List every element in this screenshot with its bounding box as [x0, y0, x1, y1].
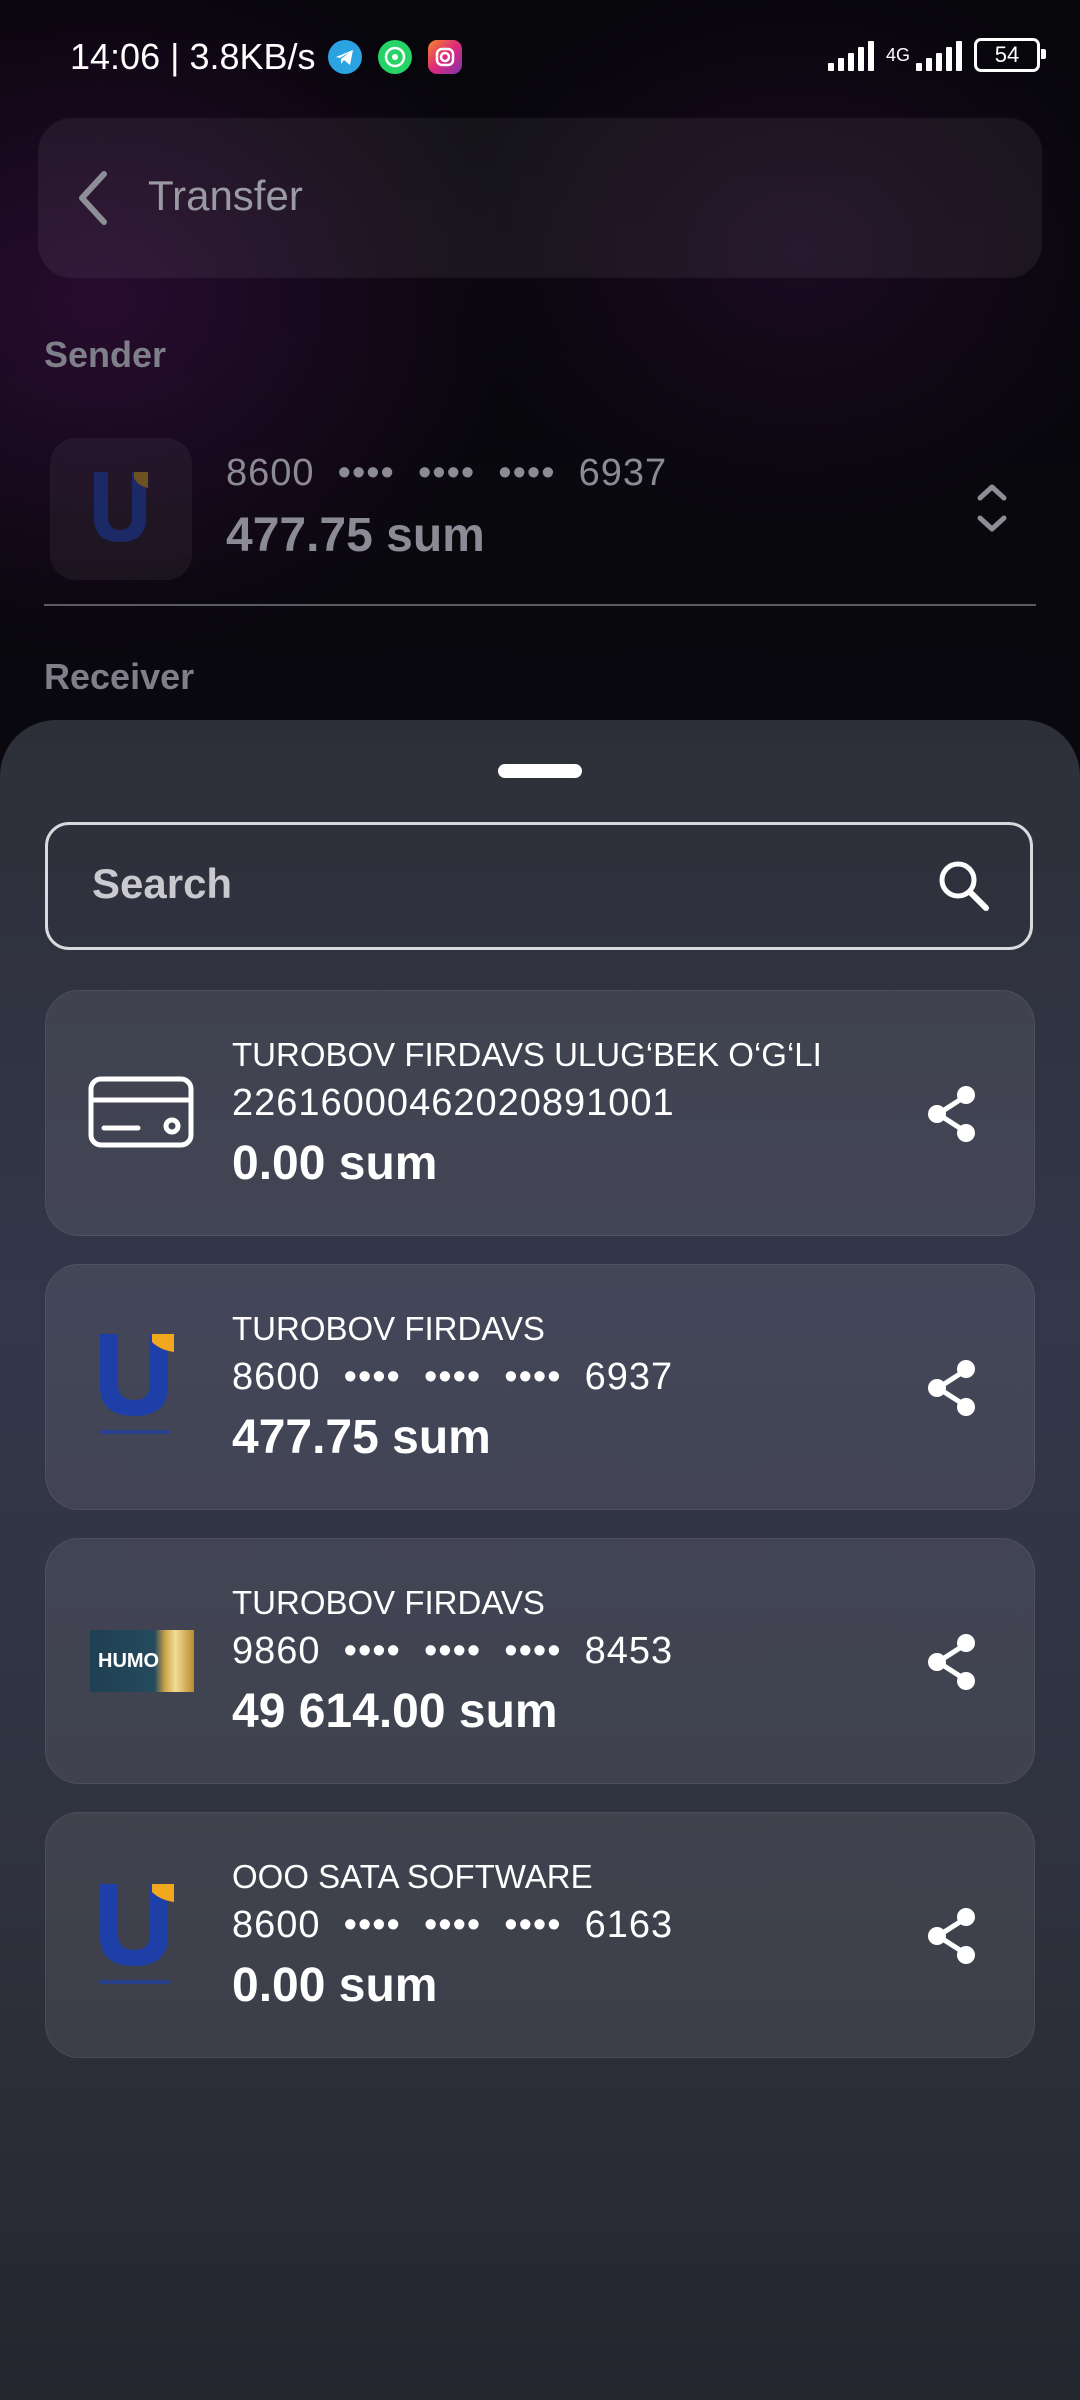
share-icon[interactable]: [924, 1084, 980, 1144]
card-holder-name: OOO SATA SOFTWARE: [232, 1858, 593, 1895]
battery-icon: 54: [974, 38, 1046, 72]
network-type: 4G: [885, 45, 910, 65]
sender-card-logo: [50, 438, 192, 580]
humo-logo-text: HUMO: [98, 1649, 160, 1672]
card-holder-name: TUROBOV FIRDAVS: [232, 1310, 545, 1347]
status-bar: 14:06 | 3.8KB/s 4G 54: [0, 0, 1080, 118]
uzcard-logo: [100, 1884, 174, 1984]
share-icon[interactable]: [924, 1632, 980, 1692]
status-time: 14:06 | 3.8KB/s: [70, 36, 316, 77]
card-balance: 0.00 sum: [232, 1137, 438, 1190]
divider: [44, 604, 1036, 606]
sender-label: Sender: [44, 334, 167, 375]
telegram-icon: [328, 40, 362, 74]
card-icon: [88, 1076, 194, 1148]
sender-card-number: 8600 •••• •••• •••• 6937: [226, 452, 668, 494]
card-number: 8600 •••• •••• •••• 6937: [232, 1356, 674, 1398]
search-icon[interactable]: [934, 856, 992, 914]
battery-level: 54: [994, 42, 1020, 67]
card-number: 8600 •••• •••• •••• 6163: [232, 1904, 674, 1946]
uzcard-logo: [100, 1334, 174, 1434]
card-balance: 0.00 sum: [232, 1959, 438, 2012]
card-number: 22616000462020891001: [232, 1082, 675, 1124]
page-title: Transfer: [148, 172, 303, 219]
card-balance: 49 614.00 sum: [232, 1685, 558, 1738]
instagram-icon: [428, 40, 462, 74]
share-icon[interactable]: [924, 1358, 980, 1418]
card-holder-name: TUROBOV FIRDAVS ULUG‘BEK O‘G‘LI: [232, 1036, 822, 1073]
share-icon[interactable]: [924, 1906, 980, 1966]
back-arrow-icon[interactable]: [72, 168, 112, 228]
receiver-label: Receiver: [44, 656, 195, 697]
card-holder-name: TUROBOV FIRDAVS: [232, 1584, 545, 1621]
search-placeholder: Search: [92, 860, 233, 907]
sender-balance: 477.75 sum: [226, 509, 485, 562]
card-number: 9860 •••• •••• •••• 8453: [232, 1630, 674, 1672]
uzcard-logo: [94, 472, 148, 542]
card-balance: 477.75 sum: [232, 1411, 491, 1464]
humo-logo: HUMO: [90, 1630, 194, 1692]
expand-collapse-icon[interactable]: [970, 478, 1014, 538]
whatsapp-icon: [378, 40, 412, 74]
sheet-drag-handle[interactable]: [498, 764, 582, 778]
cellular-signal-icon: [916, 39, 962, 71]
wifi-signal-icon: [827, 39, 874, 71]
